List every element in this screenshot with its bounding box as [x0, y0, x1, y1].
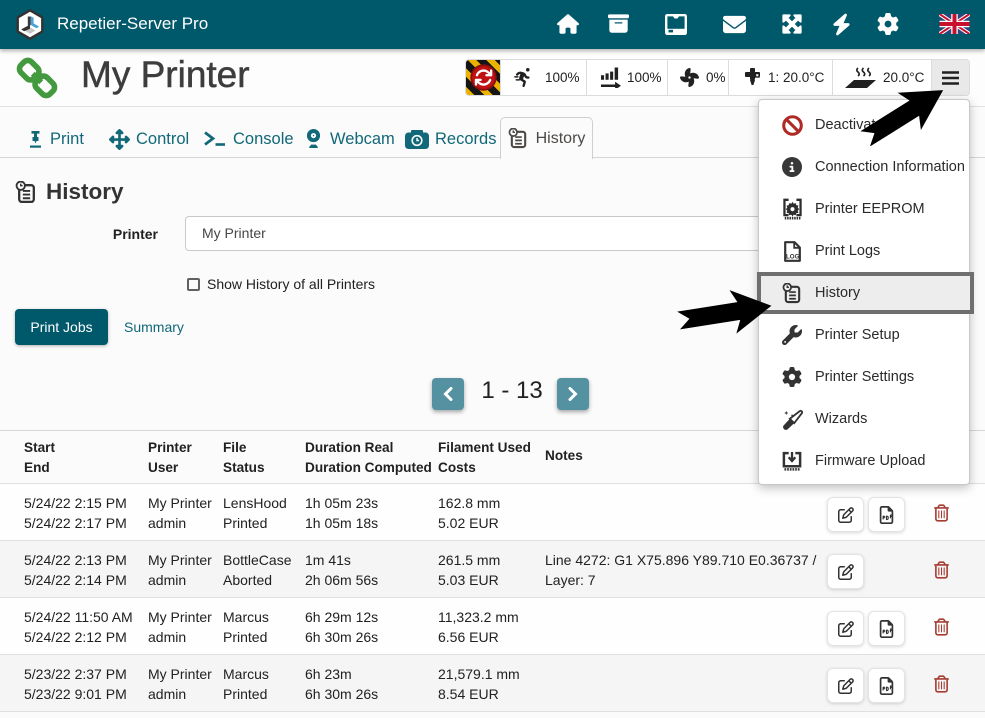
svg-text:LOG: LOG [786, 253, 800, 260]
